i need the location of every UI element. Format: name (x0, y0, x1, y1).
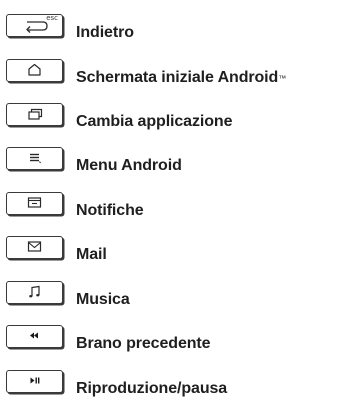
key-label: Menu Android (76, 157, 182, 174)
key-row-back: esc Indietro (6, 5, 342, 49)
menu-key (6, 147, 63, 170)
esc-sublabel: esc (46, 14, 58, 22)
key-row-menu: Menu Android (6, 138, 342, 182)
back-key: esc (6, 14, 63, 37)
key-label: Brano precedente (76, 335, 211, 352)
music-key (6, 281, 63, 304)
key-label: Indietro (76, 24, 134, 41)
key-label: Musica (76, 291, 130, 308)
home-key (6, 59, 63, 82)
key-row-mail: Mail (6, 227, 342, 271)
play-pause-key (6, 370, 63, 393)
trademark-symbol: ™ (278, 74, 287, 83)
key-row-play-pause: Riproduzione/pausa (6, 361, 342, 405)
key-legend-list: esc Indietro Schermata iniziale Android™… (0, 0, 342, 413)
key-row-switch-app: Cambia applicazione (6, 94, 342, 138)
key-label: Riproduzione/pausa (76, 380, 228, 397)
previous-track-key (6, 325, 63, 348)
key-label: Mail (76, 246, 107, 263)
key-label: Notifiche (76, 202, 144, 219)
switch-app-key (6, 103, 63, 126)
mail-key (6, 236, 63, 259)
notifications-key (6, 192, 63, 215)
key-row-music: Musica (6, 272, 342, 316)
key-row-home: Schermata iniziale Android™ (6, 50, 342, 94)
key-row-previous-track: Brano precedente (6, 316, 342, 360)
key-row-notifications: Notifiche (6, 183, 342, 227)
key-label: Cambia applicazione (76, 113, 233, 130)
key-label: Schermata iniziale Android™ (76, 69, 287, 86)
